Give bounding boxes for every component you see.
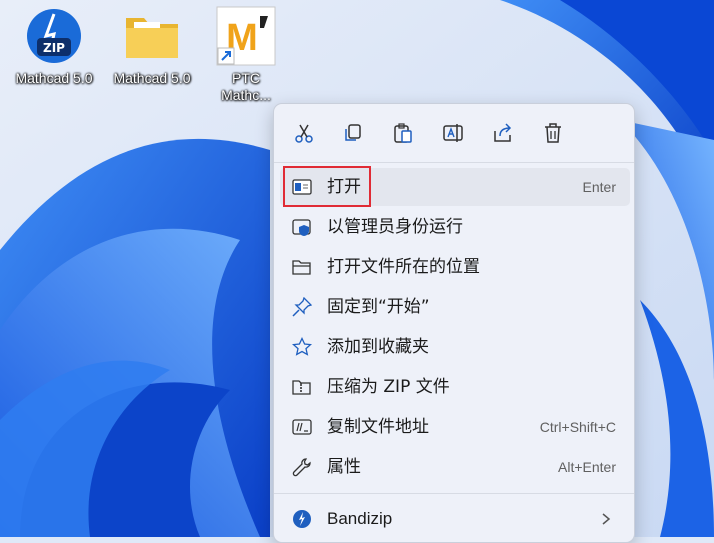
delete-icon: [545, 123, 561, 143]
desktop-icon-mathcad-zip[interactable]: ZIP Mathcad 5.0: [6, 6, 102, 87]
menu-item-label: 复制文件地址: [327, 417, 429, 437]
menu-item-properties[interactable]: 属性 Alt+Enter: [280, 448, 630, 486]
run-as-admin-icon: [292, 219, 311, 236]
desktop-icon-label: PTC Mathc...: [221, 70, 271, 103]
share-button[interactable]: [488, 118, 518, 148]
menu-divider: [274, 493, 634, 494]
menu-item-label: 压缩为 ZIP 文件: [327, 377, 450, 397]
menu-item-copy-path[interactable]: 复制文件地址 Ctrl+Shift+C: [280, 408, 630, 446]
rename-button[interactable]: [438, 118, 468, 148]
share-icon: [494, 123, 512, 142]
folder-open-icon: [292, 260, 311, 275]
copy-path-icon: [292, 419, 312, 435]
wrench-icon: [292, 458, 311, 477]
menu-item-shortcut: Ctrl+Shift+C: [539, 419, 616, 435]
menu-item-compress-zip[interactable]: 压缩为 ZIP 文件: [280, 368, 630, 406]
star-icon: [292, 337, 312, 356]
menu-item-add-to-favorites[interactable]: 添加到收藏夹: [280, 328, 630, 366]
rename-icon: [443, 124, 463, 142]
menu-item-label: 属性: [327, 457, 361, 477]
menu-item-label: 添加到收藏夹: [327, 337, 429, 357]
zip-folder-icon: [292, 380, 311, 395]
desktop-icon-label: Mathcad 5.0: [113, 70, 191, 86]
paste-button[interactable]: [388, 118, 418, 148]
folder-icon: [122, 6, 182, 66]
cut-icon: [295, 124, 313, 143]
pin-icon: [292, 297, 312, 317]
highlight-box: [283, 166, 371, 207]
delete-button[interactable]: [538, 118, 568, 148]
paste-icon: [394, 123, 412, 143]
ptc-mathcad-shortcut-icon: M: [216, 6, 276, 66]
chevron-right-icon: [602, 513, 611, 525]
svg-text:ZIP: ZIP: [43, 41, 65, 55]
desktop-icon-label: Mathcad 5.0: [15, 70, 93, 86]
zip-archive-icon: ZIP: [24, 6, 84, 66]
menu-divider: [274, 162, 634, 163]
menu-item-label: 固定到“开始”: [327, 297, 430, 317]
copy-button[interactable]: [338, 118, 368, 148]
cut-button[interactable]: [289, 118, 319, 148]
context-menu-toolbar: [274, 104, 634, 162]
desktop-icon-ptc-mathcad[interactable]: M PTC Mathc...: [198, 6, 294, 104]
menu-item-pin-to-start[interactable]: 固定到“开始”: [280, 288, 630, 326]
menu-item-shortcut: Alt+Enter: [558, 459, 616, 475]
bandizip-icon: [293, 510, 311, 528]
copy-icon: [345, 124, 361, 141]
desktop-icon-mathcad-folder[interactable]: Mathcad 5.0: [104, 6, 200, 87]
menu-item-label: 以管理员身份运行: [327, 217, 463, 237]
menu-item-bandizip[interactable]: Bandizip: [280, 500, 630, 538]
menu-item-label: Bandizip: [327, 509, 393, 528]
menu-item-run-as-admin[interactable]: 以管理员身份运行: [280, 208, 630, 246]
menu-item-shortcut: Enter: [582, 179, 616, 195]
menu-item-open-file-location[interactable]: 打开文件所在的位置: [280, 248, 630, 286]
menu-item-label: 打开文件所在的位置: [327, 257, 480, 277]
